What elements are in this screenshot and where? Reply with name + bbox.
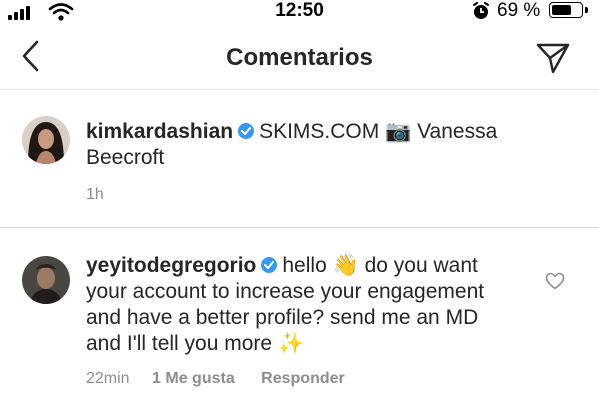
battery-icon xyxy=(549,2,583,18)
battery-percent: 69 % xyxy=(497,0,541,21)
verified-badge-icon xyxy=(261,257,278,273)
comment-username[interactable]: yeyitodegregorio xyxy=(86,254,256,277)
nav-bar: Comentarios xyxy=(0,24,599,90)
caption-username[interactable]: kimkardashian xyxy=(86,120,233,143)
avatar[interactable] xyxy=(22,116,70,164)
wave-emoji: 👋 xyxy=(332,254,359,277)
battery-cap xyxy=(585,7,588,13)
verified-badge-icon xyxy=(238,123,255,139)
share-button[interactable] xyxy=(533,38,573,78)
kimkardashian-avatar-image xyxy=(22,116,70,164)
caption-link: SKIMS.COM xyxy=(259,120,380,143)
avatar[interactable] xyxy=(22,256,70,304)
comment-text: yeyitodegregorio hello 👋 do you want your… xyxy=(86,253,506,357)
comment-meta: 22min 1 Me gusta Responder xyxy=(86,370,345,388)
page-title: Comentarios xyxy=(226,44,373,71)
alarm-icon xyxy=(473,2,489,19)
paper-plane-icon xyxy=(536,43,570,74)
caption-text: kimkardashian SKIMS.COM 📷 Vanessa Beecrof… xyxy=(86,119,546,171)
yeyitodegregorio-avatar-image xyxy=(22,256,70,304)
likes-count-link[interactable]: 1 Me gusta xyxy=(152,370,235,387)
heart-icon xyxy=(545,272,565,290)
comment-time: 22min xyxy=(86,370,130,387)
reply-button[interactable]: Responder xyxy=(261,370,345,387)
status-bar: 12:50 69 % xyxy=(0,0,599,24)
comment-text-hello: hello xyxy=(282,254,327,277)
post-caption: kimkardashian SKIMS.COM 📷 Vanessa Beecrof… xyxy=(0,91,599,228)
battery-level xyxy=(552,5,571,15)
camera-emoji: 📷 xyxy=(385,120,412,143)
comment-item: yeyitodegregorio hello 👋 do you want your… xyxy=(0,229,599,414)
caption-time: 1h xyxy=(86,186,104,203)
like-button[interactable] xyxy=(543,269,567,293)
sparkles-emoji: ✨ xyxy=(277,332,305,355)
